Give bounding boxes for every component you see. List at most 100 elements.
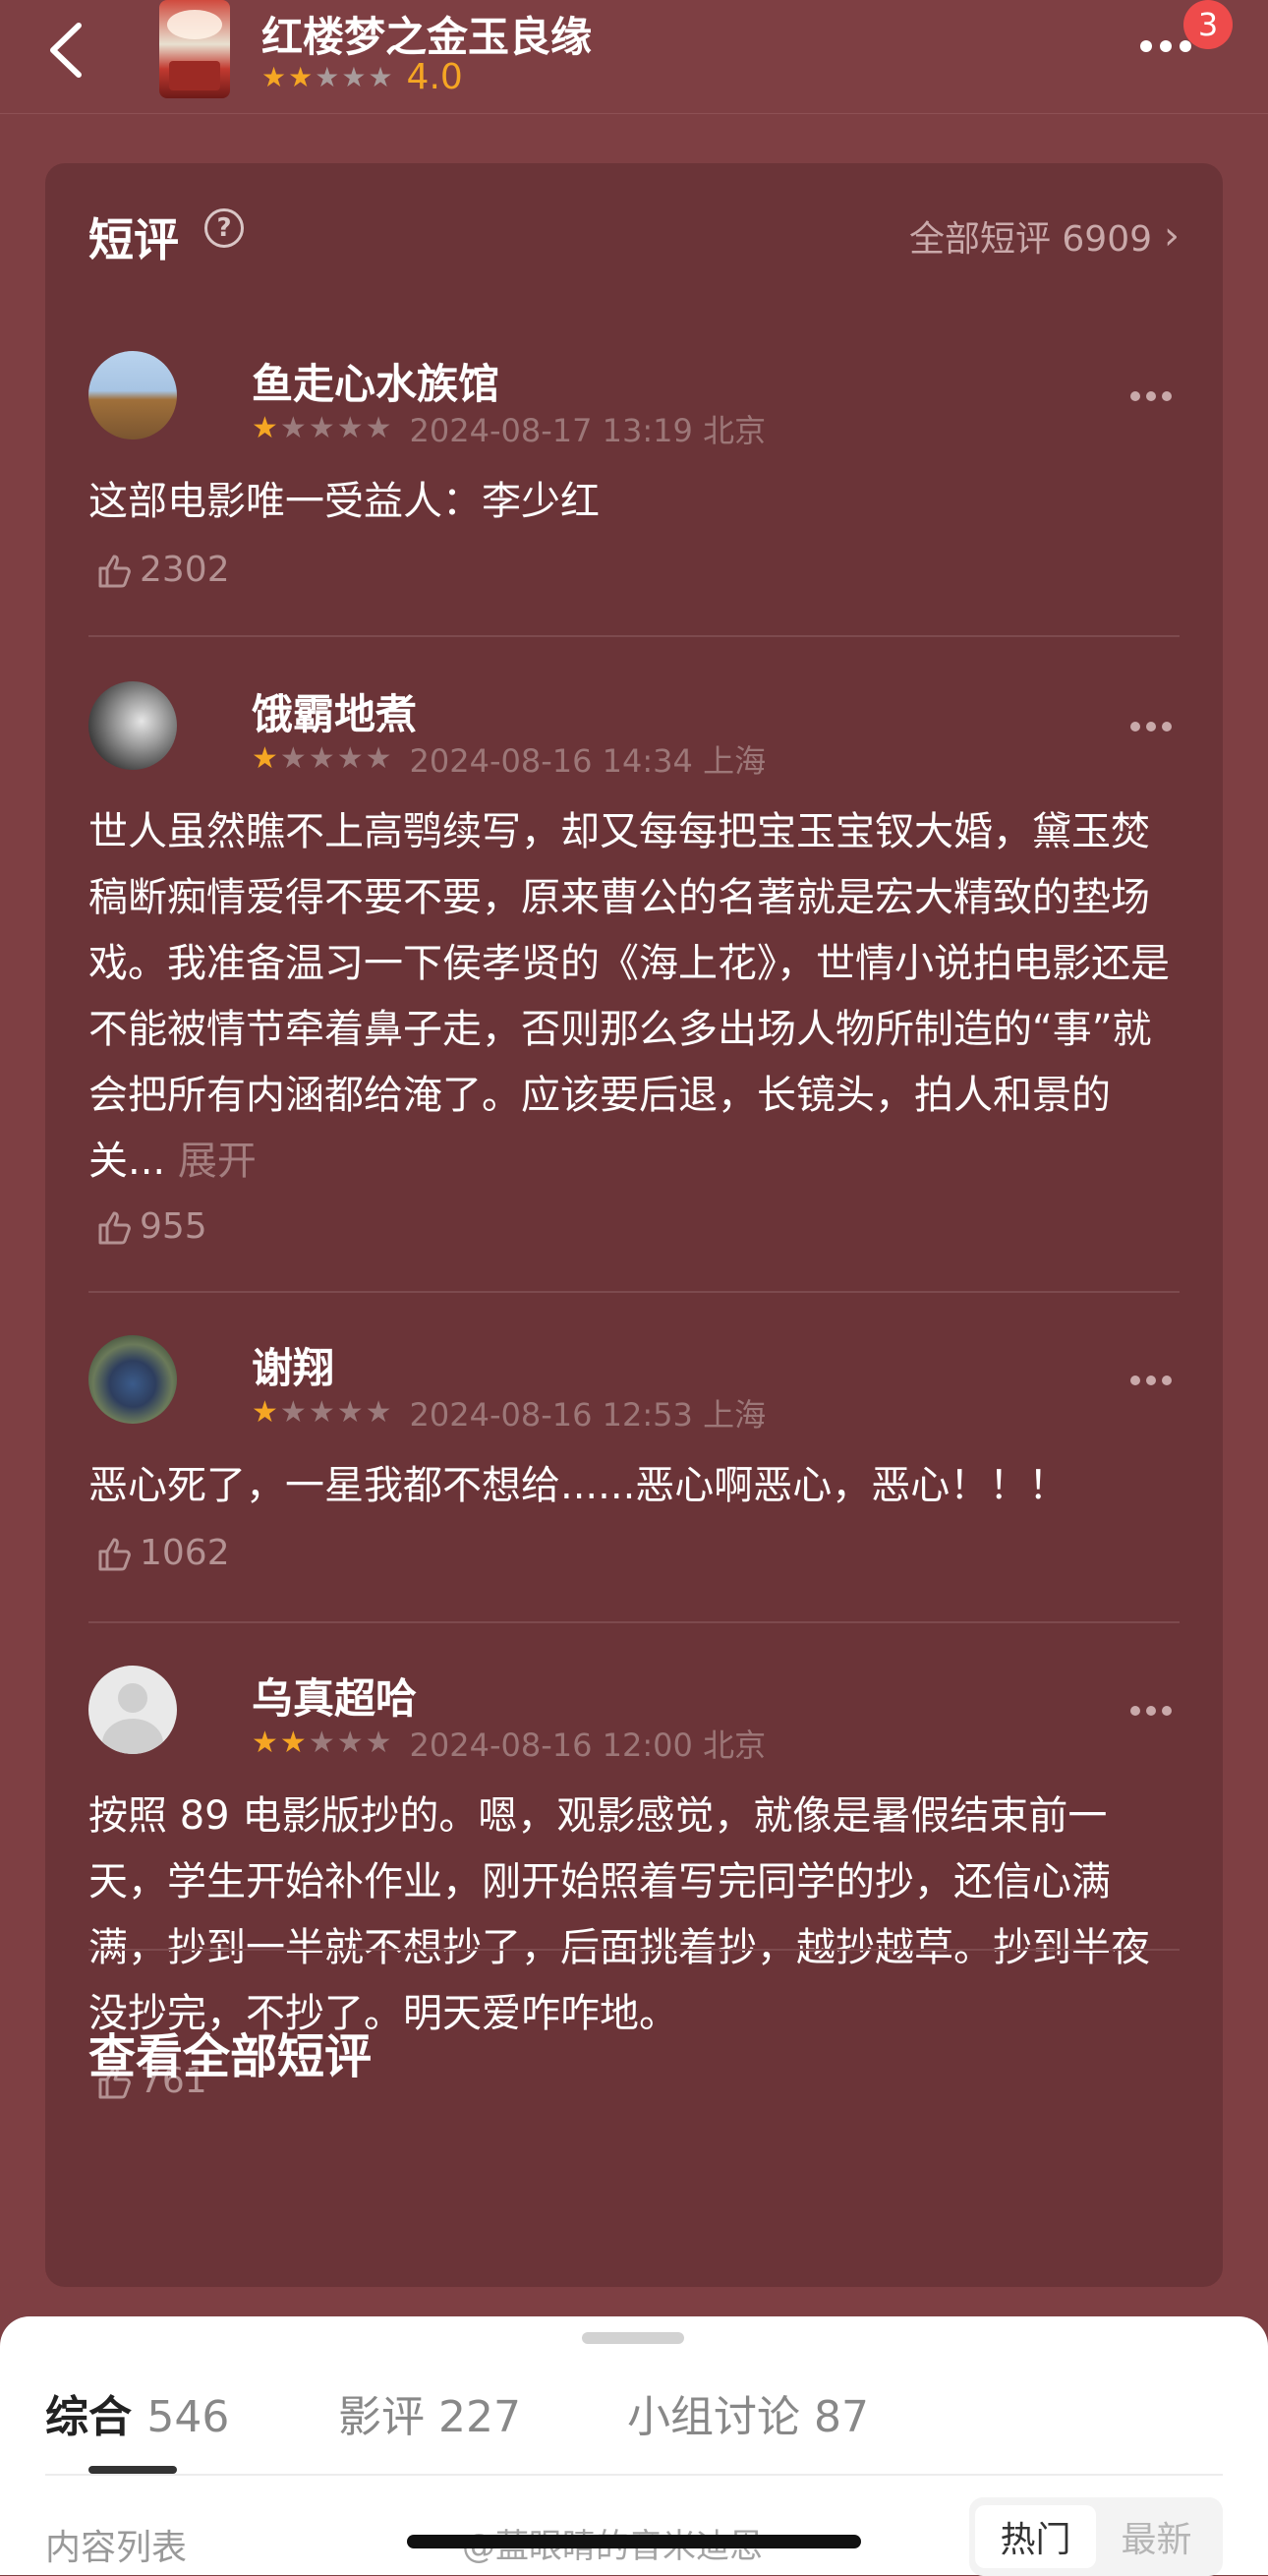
review-more-button[interactable] xyxy=(1130,1371,1180,1385)
star-icon: ★ xyxy=(279,1726,307,1760)
expand-link[interactable]: 展开 xyxy=(178,1139,257,1184)
sort-latest-button[interactable]: 最新 xyxy=(1096,2505,1217,2568)
tab-label: 综合 xyxy=(45,2392,132,2442)
star-icon: ★ xyxy=(308,1395,335,1430)
star-icon: ★ xyxy=(336,1395,364,1430)
review-time-location: 2024-08-16 14:34 上海 xyxy=(409,742,767,780)
username[interactable]: 乌真超哈 xyxy=(252,1666,417,1726)
review-meta: ★ ★ ★ ★ ★ 2024-08-16 12:53 上海 xyxy=(252,1390,766,1435)
star-icon: ★ xyxy=(252,411,278,445)
thumbs-up-icon xyxy=(98,555,131,587)
chevron-left-icon xyxy=(50,23,82,78)
divider xyxy=(88,1949,1180,1951)
star-icon: ★ xyxy=(279,741,307,776)
review-time-location: 2024-08-16 12:00 北京 xyxy=(409,1727,767,1764)
star-icon: ★ xyxy=(368,60,393,93)
username[interactable]: 饿霸地煮 xyxy=(252,681,417,741)
star-icon: ★ xyxy=(252,1395,278,1430)
rating-score: 4.0 xyxy=(406,57,463,97)
like-count: 2302 xyxy=(140,550,230,590)
review-meta: ★ ★ ★ ★ ★ 2024-08-16 14:34 上海 xyxy=(252,736,766,782)
sheet-drag-handle[interactable] xyxy=(582,2332,684,2344)
avatar[interactable] xyxy=(88,1335,177,1424)
like-count: 955 xyxy=(140,1206,207,1247)
active-tab-indicator xyxy=(88,2466,177,2474)
back-button[interactable] xyxy=(39,16,98,85)
star-icon: ★ xyxy=(341,60,367,93)
short-review-card: 短评 ? 全部短评 6909 › 鱼走心水族馆 ★ ★ ★ ★ ★ 2024-0… xyxy=(45,163,1223,2287)
star-icon: ★ xyxy=(365,1726,392,1760)
thumbs-up-icon xyxy=(98,1211,131,1244)
movie-poster[interactable] xyxy=(159,0,230,98)
home-indicator xyxy=(407,2535,861,2548)
more-dots-icon xyxy=(1180,40,1191,52)
review-meta: ★ ★ ★ ★ ★ 2024-08-17 13:19 北京 xyxy=(252,406,766,451)
sort-hot-button[interactable]: 热门 xyxy=(975,2505,1096,2568)
thumbs-up-icon xyxy=(98,1538,131,1570)
star-icon: ★ xyxy=(279,411,307,445)
review-content: 这部电影唯一受益人：李少红 xyxy=(88,479,600,524)
rating-stars: ★ ★ ★ ★ ★ xyxy=(261,60,393,93)
tab-label: 小组讨论 xyxy=(627,2392,800,2442)
like-button[interactable]: 1062 xyxy=(94,1533,230,1573)
star-icon: ★ xyxy=(252,1726,278,1760)
star-icon: ★ xyxy=(365,741,392,776)
tab-label: 影评 xyxy=(338,2392,425,2442)
tab-count: 227 xyxy=(438,2392,521,2442)
tab-overview[interactable]: 综合 546 xyxy=(45,2381,229,2444)
review-more-button[interactable] xyxy=(1130,717,1180,732)
star-icon: ★ xyxy=(336,741,364,776)
star-icon: ★ xyxy=(336,411,364,445)
like-count: 1062 xyxy=(140,1533,230,1573)
divider xyxy=(88,1291,1180,1293)
top-bar: 红楼梦之金玉良缘 ★ ★ ★ ★ ★ 4.0 3 xyxy=(0,0,1268,114)
divider xyxy=(45,2474,1223,2476)
like-button[interactable]: 955 xyxy=(94,1206,207,1247)
review-meta: ★ ★ ★ ★ ★ 2024-08-16 12:00 北京 xyxy=(252,1721,766,1766)
content-list-label: 内容列表 xyxy=(45,2528,188,2568)
chevron-right-icon: › xyxy=(1164,213,1180,259)
tab-group-discussion[interactable]: 小组讨论 87 xyxy=(627,2381,869,2444)
star-icon: ★ xyxy=(308,741,335,776)
header-rating: ★ ★ ★ ★ ★ 4.0 xyxy=(261,57,463,97)
avatar[interactable] xyxy=(88,351,177,439)
review-stars: ★ ★ ★ ★ ★ xyxy=(252,414,392,443)
review-more-button[interactable] xyxy=(1130,1701,1180,1716)
movie-title: 红楼梦之金玉良缘 xyxy=(261,13,593,61)
tab-reviews[interactable]: 影评 227 xyxy=(338,2381,521,2444)
star-icon: ★ xyxy=(365,1395,392,1430)
avatar[interactable] xyxy=(88,1666,177,1754)
star-icon: ★ xyxy=(288,60,314,93)
review-text: 世人虽然瞧不上高鹗续写，却又每每把宝玉宝钗大婚，黛玉焚稿断痴情爱得不要不要，原来… xyxy=(88,809,1170,1184)
review-content: 世人虽然瞧不上高鹗续写，却又每每把宝玉宝钗大婚，黛玉焚稿断痴情爱得不要不要，原来… xyxy=(88,799,1180,1195)
all-reviews-label: 全部短评 6909 xyxy=(908,219,1152,260)
all-reviews-link[interactable]: 全部短评 6909 › xyxy=(909,210,1180,262)
review-stars: ★ ★ ★ ★ ★ xyxy=(252,1398,392,1428)
divider xyxy=(88,635,1180,637)
star-icon: ★ xyxy=(308,411,335,445)
help-icon[interactable]: ? xyxy=(204,208,244,248)
star-icon: ★ xyxy=(315,60,340,93)
tab-count: 87 xyxy=(814,2392,869,2442)
star-icon: ★ xyxy=(336,1726,364,1760)
star-icon: ★ xyxy=(279,1395,307,1430)
like-button[interactable]: 2302 xyxy=(94,550,230,590)
username[interactable]: 鱼走心水族馆 xyxy=(252,351,499,411)
star-icon: ★ xyxy=(252,741,278,776)
avatar[interactable] xyxy=(88,681,177,770)
notification-badge: 3 xyxy=(1183,0,1233,49)
review-stars: ★ ★ ★ ★ ★ xyxy=(252,744,392,774)
star-icon: ★ xyxy=(365,411,392,445)
review-stars: ★ ★ ★ ★ ★ xyxy=(252,1728,392,1758)
view-all-reviews-button[interactable]: 查看全部短评 xyxy=(88,2018,372,2086)
review-time-location: 2024-08-17 13:19 北京 xyxy=(409,412,767,449)
review-content: 恶心死了，一星我都不想给......恶心啊恶心，恶心！！！ xyxy=(88,1463,1068,1508)
card-title: 短评 xyxy=(88,213,179,266)
divider xyxy=(88,1621,1180,1623)
review-time-location: 2024-08-16 12:53 上海 xyxy=(409,1396,767,1434)
more-dots-icon xyxy=(1140,40,1152,52)
review-more-button[interactable] xyxy=(1130,386,1180,401)
username[interactable]: 谢翔 xyxy=(252,1335,334,1395)
star-icon: ★ xyxy=(261,60,287,93)
star-icon: ★ xyxy=(308,1726,335,1760)
